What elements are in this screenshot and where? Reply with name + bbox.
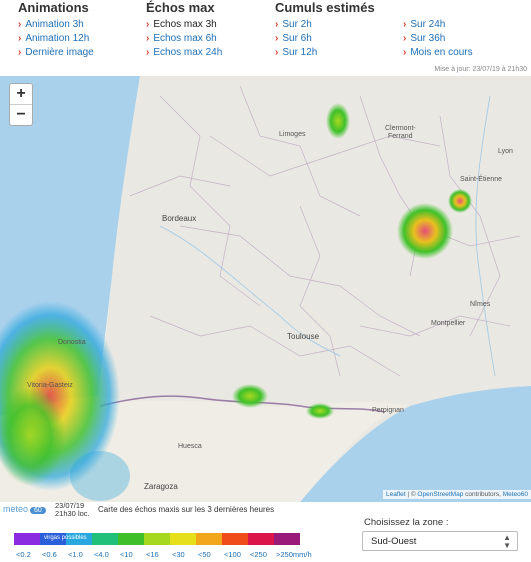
rain-cell-pyrenees-1 [232, 384, 268, 408]
city-donostia: Donostia [58, 339, 86, 346]
map-attribution: Leaflet | © OpenStreetMap contributors, … [382, 490, 531, 499]
image-timestamp: 23/07/19 21h30 loc. [55, 501, 90, 518]
legend-level: >250mm/h [276, 550, 312, 559]
legend-swatch [274, 533, 300, 545]
city-montpellier: Montpellier [431, 320, 466, 327]
echos-title: Échos max [146, 0, 215, 15]
animations-column: Animations › Animation 3h › Animation 12h … [18, 0, 94, 60]
city-clermont: Clermont- [385, 125, 416, 132]
city-bordeaux: Bordeaux [162, 214, 197, 223]
legend-swatch [118, 533, 144, 545]
zone-label: Choisissez la zone : [364, 517, 449, 528]
zoom-out-button[interactable]: − [10, 105, 32, 125]
osm-link[interactable]: OpenStreetMap [417, 491, 463, 498]
legend-level: <0.6 [42, 550, 57, 559]
legend-level: <10 [120, 550, 133, 559]
rain-cell-east [397, 203, 453, 259]
legend-level: <0.2 [16, 550, 31, 559]
cumuls-title: Cumuls estimés [275, 0, 375, 15]
cumuls-column-2: › Sur 24h › Sur 36h › Mois en cours [403, 18, 473, 60]
echos-6h-link[interactable]: › Echos max 6h [146, 32, 222, 46]
leaflet-link[interactable]: Leaflet [386, 491, 406, 498]
city-lyon: Lyon [498, 148, 513, 155]
legend-swatch [248, 533, 274, 545]
echos-column: Échos max › Echos max 3h › Echos max 6h › E… [146, 0, 222, 60]
cumul-36h-link[interactable]: › Sur 36h [403, 32, 473, 46]
city-saint-etienne: Saint-Étienne [460, 176, 503, 183]
animation-3h-link[interactable]: › Animation 3h [18, 18, 94, 32]
cumuls-column: Cumuls estimés › Sur 2h › Sur 6h › Sur 12h [275, 0, 375, 60]
department-borders [129, 85, 521, 377]
city-toulouse: Toulouse [287, 332, 320, 341]
legend-level: <250 [250, 550, 267, 559]
cumul-24h-link[interactable]: › Sur 24h [403, 18, 473, 32]
legend-swatch [92, 533, 118, 545]
echos-24h-link[interactable]: › Echos max 24h [146, 46, 222, 60]
rain-cell-north [326, 103, 350, 139]
legend-swatch [14, 533, 40, 545]
select-arrows-icon: ▲ ▼ [503, 533, 511, 550]
city-ferrand: Ferrand [388, 133, 413, 140]
radar-map[interactable]: + − Limoges Clermont- Ferrand Lyon Saint… [0, 76, 531, 502]
map-base [0, 76, 531, 502]
city-vitoria: Vitoria-Gasteiz [27, 382, 73, 389]
animation-12h-link[interactable]: › Animation 12h [18, 32, 94, 46]
city-limoges: Limoges [279, 131, 306, 138]
legend-level: <100 [224, 550, 241, 559]
legend-level: <16 [146, 550, 159, 559]
rain-cell-pyrenees-2 [306, 403, 334, 419]
meteo60-link[interactable]: Meteo60 [503, 491, 528, 498]
city-nimes: Nîmes [470, 301, 491, 308]
zoom-in-button[interactable]: + [10, 84, 32, 105]
legend-swatch [196, 533, 222, 545]
city-zaragoza: Zaragoza [144, 482, 178, 491]
cumul-mois-link[interactable]: › Mois en cours [403, 46, 473, 60]
cumul-6h-link[interactable]: › Sur 6h [275, 32, 375, 46]
city-perpignan: Perpignan [372, 407, 404, 414]
rain-cell-saint-etienne [448, 189, 472, 213]
update-timestamp: Mise à jour: 23/07/19 à 21h30 [434, 66, 527, 73]
zoom-control: + − [9, 83, 33, 126]
cumul-2h-link[interactable]: › Sur 2h [275, 18, 375, 32]
legend-swatch [144, 533, 170, 545]
city-huesca: Huesca [178, 443, 202, 450]
legend-level: <1.0 [68, 550, 83, 559]
legend-level: <4.0 [94, 550, 109, 559]
rain-cell-southwest [70, 451, 130, 501]
legend-swatch [170, 533, 196, 545]
animations-title: Animations [18, 0, 89, 15]
echos-3h-link[interactable]: › Echos max 3h [146, 18, 222, 32]
legend-title: virgas possibles [44, 535, 87, 541]
meteo60-logo: meteo 60 [3, 504, 46, 514]
zone-select[interactable]: Sud-Ouest ▲ ▼ [362, 531, 518, 551]
legend-swatch [222, 533, 248, 545]
cumul-12h-link[interactable]: › Sur 12h [275, 46, 375, 60]
derniere-image-link[interactable]: › Dernière image [18, 46, 94, 60]
legend-level: <30 [172, 550, 185, 559]
legend-level: <50 [198, 550, 211, 559]
map-caption: Carte des échos maxis sur les 3 dernière… [98, 505, 275, 514]
